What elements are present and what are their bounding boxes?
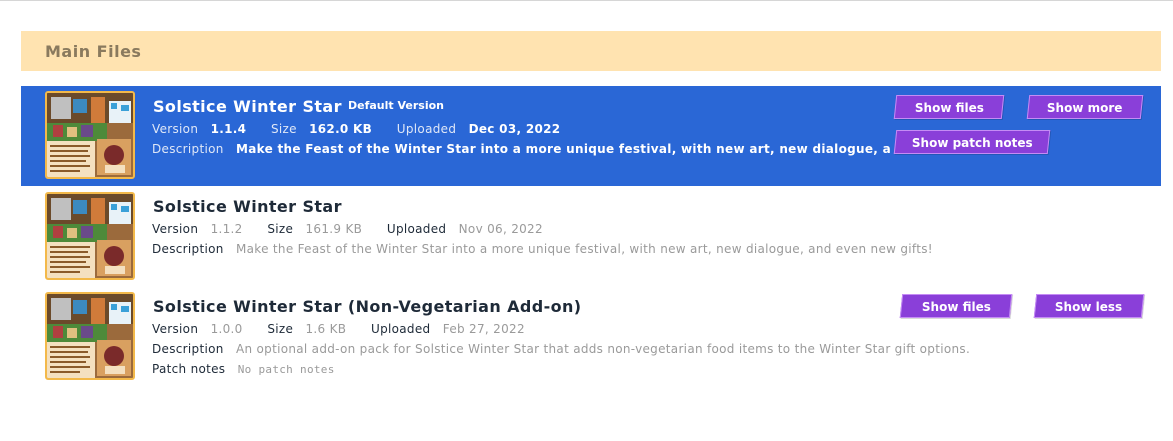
- version-label: Version: [152, 322, 199, 336]
- uploaded-label: Uploaded: [371, 322, 431, 336]
- description-value: Make the Feast of the Winter Star into a…: [236, 242, 933, 256]
- size-label: Size: [267, 322, 294, 336]
- size-value: 162.0 KB: [309, 122, 373, 136]
- uploaded-value: Nov 06, 2022: [458, 222, 543, 236]
- description-label: Description: [152, 342, 224, 356]
- version-value: 1.1.4: [210, 122, 247, 136]
- show-less-button[interactable]: Show less: [1033, 294, 1145, 318]
- file-title[interactable]: Solstice Winter Star: [153, 197, 342, 216]
- version-label: Version: [152, 222, 199, 236]
- file-thumbnail[interactable]: [45, 91, 135, 179]
- description-value: Make the Feast of the Winter Star into a…: [236, 142, 892, 156]
- version-value: 1.0.0: [210, 322, 243, 336]
- main-files-header: Main Files: [21, 31, 1161, 71]
- file-thumbnail[interactable]: [45, 292, 135, 380]
- file-meta: Version 1.1.4 Size 162.0 KB Uploaded Dec…: [152, 122, 560, 136]
- uploaded-label: Uploaded: [396, 122, 457, 136]
- size-value: 161.9 KB: [305, 222, 363, 236]
- section-title: Main Files: [45, 42, 142, 61]
- show-patch-notes-button[interactable]: Show patch notes: [893, 130, 1051, 154]
- file-meta: Version 1.1.2 Size 161.9 KB Uploaded Nov…: [152, 222, 543, 236]
- file-title[interactable]: Solstice Winter Star (Non-Vegetarian Add…: [153, 297, 582, 316]
- uploaded-value: Feb 27, 2022: [442, 322, 525, 336]
- version-value: 1.1.2: [210, 222, 243, 236]
- file-row-2[interactable]: Solstice Winter Star Version 1.1.2 Size …: [21, 186, 1161, 286]
- show-more-button[interactable]: Show more: [1026, 95, 1144, 119]
- file-meta: Version 1.0.0 Size 1.6 KB Uploaded Feb 2…: [152, 322, 525, 336]
- file-title[interactable]: Solstice Winter Star: [153, 97, 342, 116]
- version-label: Version: [152, 122, 199, 136]
- description-label: Description: [152, 142, 224, 156]
- top-divider: [0, 0, 1173, 1]
- show-files-button[interactable]: Show files: [899, 294, 1013, 318]
- default-version-badge: Default Version: [348, 99, 444, 112]
- description-label: Description: [152, 242, 224, 256]
- file-row-3[interactable]: Solstice Winter Star (Non-Vegetarian Add…: [21, 286, 1161, 386]
- uploaded-value: Dec 03, 2022: [468, 122, 561, 136]
- file-thumbnail[interactable]: [45, 192, 135, 280]
- size-value: 1.6 KB: [305, 322, 347, 336]
- file-description: Description Make the Feast of the Winter…: [152, 142, 892, 156]
- uploaded-label: Uploaded: [386, 222, 447, 236]
- size-label: Size: [267, 222, 294, 236]
- file-description: Description An optional add-on pack for …: [152, 342, 970, 356]
- patch-notes-value: No patch notes: [237, 363, 335, 376]
- description-value: An optional add-on pack for Solstice Win…: [236, 342, 971, 356]
- file-patch-notes: Patch notes No patch notes: [152, 362, 335, 376]
- patch-notes-label: Patch notes: [152, 362, 226, 376]
- file-description: Description Make the Feast of the Winter…: [152, 242, 933, 256]
- size-label: Size: [270, 122, 297, 136]
- file-row-1[interactable]: Solstice Winter Star Default Version Ver…: [21, 86, 1161, 186]
- show-files-button[interactable]: Show files: [893, 95, 1005, 119]
